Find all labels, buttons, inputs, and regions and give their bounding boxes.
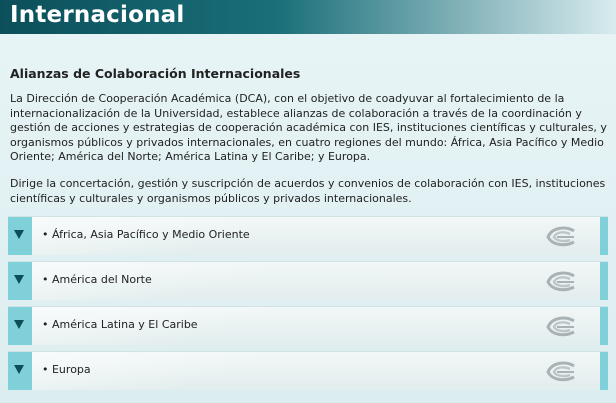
- intro-line: La Dirección de Cooperación Académica (D…: [10, 92, 565, 105]
- accordion-right-tab: [600, 217, 608, 255]
- accordion-toggle[interactable]: [8, 352, 32, 390]
- triangle-down-icon: [14, 320, 24, 329]
- accordion-right-tab: [600, 307, 608, 345]
- intro-line: Oriente; América del Norte; América Lati…: [10, 150, 371, 163]
- accordion-label: • África, Asia Pacífico y Medio Oriente: [42, 228, 250, 241]
- triangle-down-icon: [14, 230, 24, 239]
- accordion-item-north-america[interactable]: • América del Norte: [8, 261, 608, 300]
- description-line: científicas y culturales y organismos pú…: [10, 191, 412, 205]
- intro-line: organismos públicos y privados internaci…: [10, 135, 604, 149]
- university-emblem-icon: [546, 316, 575, 337]
- intro-line: gestión de acciones y estrategias de coo…: [10, 121, 607, 134]
- intro-paragraph: La Dirección de Cooperación Académica (D…: [10, 92, 610, 165]
- accordion-toggle[interactable]: [8, 217, 32, 255]
- accordion-label: • América Latina y El Caribe: [42, 318, 198, 331]
- accordion-item-africa-asia[interactable]: • África, Asia Pacífico y Medio Oriente: [8, 216, 608, 255]
- page-title: Internacional: [10, 2, 185, 28]
- triangle-down-icon: [14, 275, 24, 284]
- accordion-toggle[interactable]: [8, 307, 32, 345]
- description-line: Dirige la concertación, gestión y suscri…: [10, 177, 606, 190]
- accordion-right-tab: [600, 262, 608, 300]
- section-subtitle: Alianzas de Colaboración Internacionales: [10, 66, 301, 81]
- description-paragraph: Dirige la concertación, gestión y suscri…: [10, 177, 610, 206]
- main-content: Alianzas de Colaboración Internacionales…: [0, 34, 616, 403]
- accordion-right-tab: [600, 352, 608, 390]
- accordion-item-latin-america[interactable]: • América Latina y El Caribe: [8, 306, 608, 345]
- page-header: Internacional: [0, 0, 616, 34]
- intro-line: internacionalización de la Universidad, …: [10, 106, 582, 120]
- accordion-label: • Europa: [42, 363, 91, 376]
- triangle-down-icon: [14, 365, 24, 374]
- accordion-item-europe[interactable]: • Europa: [8, 351, 608, 390]
- accordion-label: • América del Norte: [42, 273, 152, 286]
- university-emblem-icon: [546, 226, 575, 247]
- university-emblem-icon: [546, 271, 575, 292]
- university-emblem-icon: [546, 361, 575, 382]
- accordion-toggle[interactable]: [8, 262, 32, 300]
